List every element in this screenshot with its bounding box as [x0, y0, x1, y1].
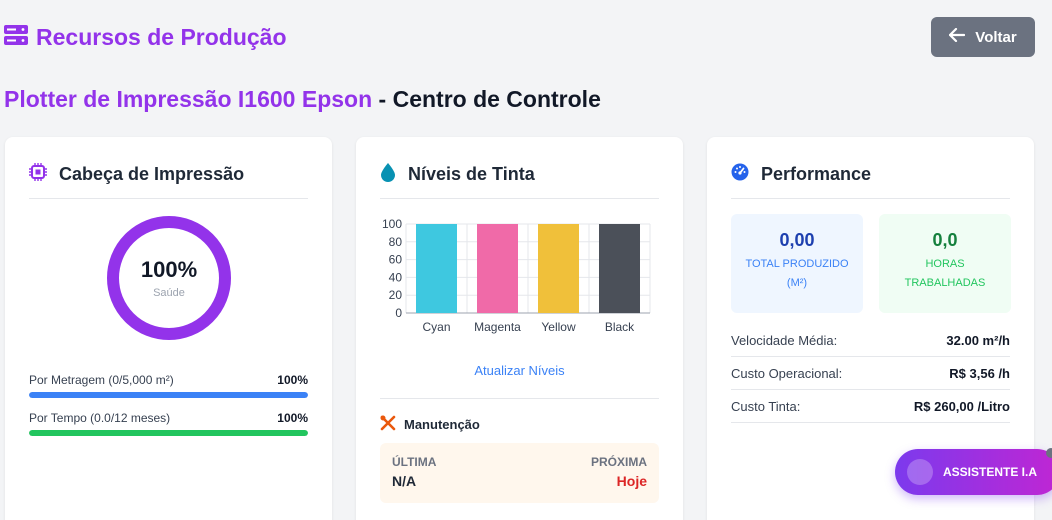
x-tick-label: Yellow — [541, 320, 576, 334]
total-produced-label: TOTAL PRODUZIDO — [745, 258, 849, 270]
operating-cost-key: Custo Operacional: — [731, 365, 843, 381]
time-bar — [29, 430, 308, 436]
assistant-avatar-icon — [907, 459, 933, 485]
app-header: Recursos de Produção — [4, 24, 287, 51]
y-tick-label: 20 — [389, 288, 403, 302]
health-value: 100% — [140, 257, 198, 282]
chip-icon — [29, 163, 47, 186]
back-button[interactable]: Voltar — [931, 17, 1035, 57]
meterage-bar — [29, 392, 308, 398]
card-header: Níveis de Tinta — [380, 163, 659, 199]
meterage-label: Por Metragem (0/5,000 m²) — [29, 373, 174, 387]
y-tick-label: 80 — [389, 235, 403, 249]
x-tick-label: Cyan — [422, 320, 450, 334]
x-tick-label: Magenta — [474, 320, 521, 334]
time-progress: Por Tempo (0.0/12 meses) 100% — [29, 411, 308, 436]
back-button-label: Voltar — [975, 28, 1017, 46]
maintenance-box: ÚLTIMA N/A PRÓXIMA Hoje — [380, 443, 659, 503]
hours-worked-value: 0,0 — [932, 230, 958, 250]
last-maintenance-label: ÚLTIMA — [392, 455, 437, 469]
next-maintenance-value: Hoje — [616, 473, 647, 489]
bar-cyan[interactable] — [416, 224, 457, 313]
server-icon — [4, 24, 28, 51]
time-percent: 100% — [277, 411, 308, 425]
health-readout: 100% Saúde — [107, 216, 231, 340]
hours-worked-label-2: TRABALHADAS — [904, 277, 986, 289]
bar-magenta[interactable] — [477, 224, 518, 313]
total-produced-stat: 0,00 TOTAL PRODUZIDO (M²) — [731, 214, 863, 313]
meterage-percent: 100% — [277, 373, 308, 387]
y-tick-label: 40 — [389, 270, 403, 284]
ink-levels-card: Níveis de Tinta 0 20 40 60 80 100 Cyan Magenta Y… — [356, 137, 683, 520]
device-name: Plotter de Impressão I1600 Epson — [4, 86, 373, 112]
update-levels-link[interactable]: Atualizar Níveis — [356, 363, 683, 378]
droplet-icon — [380, 162, 396, 187]
ink-cost-value: R$ 260,00 /Litro — [913, 398, 1010, 414]
bar-black[interactable] — [599, 224, 640, 313]
maintenance-title: Manutenção — [404, 417, 480, 432]
total-produced-unit: (M²) — [786, 277, 808, 289]
ink-level-chart: 0 20 40 60 80 100 Cyan Magenta Yellow Black — [382, 217, 651, 334]
x-tick-label: Black — [605, 320, 635, 334]
y-tick-label: 100 — [382, 217, 402, 231]
avg-speed-key: Velocidade Média: — [731, 332, 838, 348]
bar-yellow[interactable] — [538, 224, 579, 313]
maintenance-header: Manutenção — [380, 415, 480, 434]
tools-icon — [380, 415, 396, 434]
operating-cost-row: Custo Operacional: R$ 3,56 /h — [731, 357, 1010, 390]
y-tick-label: 0 — [395, 306, 402, 320]
page-title: Plotter de Impressão I1600 Epson - Centr… — [4, 86, 601, 113]
page-subtitle: - Centro de Controle — [378, 86, 601, 112]
health-label: Saúde — [153, 287, 185, 299]
total-produced-value: 0,00 — [779, 230, 815, 250]
card-title: Performance — [761, 164, 872, 184]
ink-cost-key: Custo Tinta: — [731, 398, 801, 414]
gauge-icon — [731, 163, 749, 186]
card-title: Níveis de Tinta — [408, 164, 535, 184]
ai-assistant-button[interactable]: ASSISTENTE I.A — [895, 449, 1052, 495]
meterage-progress: Por Metragem (0/5,000 m²) 100% — [29, 373, 308, 398]
divider — [380, 398, 659, 399]
card-header: Cabeça de Impressão — [29, 163, 308, 199]
operating-cost-value: R$ 3,56 /h — [949, 365, 1010, 381]
app-title: Recursos de Produção — [36, 24, 287, 50]
hours-worked-stat: 0,0 HORAS TRABALHADAS — [879, 214, 1011, 313]
avg-speed-value: 32.00 m²/h — [946, 332, 1010, 348]
y-tick-label: 60 — [389, 253, 403, 267]
card-header: Performance — [731, 163, 1010, 199]
ink-cost-row: Custo Tinta: R$ 260,00 /Litro — [731, 390, 1010, 423]
print-head-card: Cabeça de Impressão 100% Saúde Por Metra… — [5, 137, 332, 520]
notification-dot — [1046, 448, 1052, 458]
hours-worked-label: HORAS — [925, 258, 965, 270]
assistant-label: ASSISTENTE I.A — [943, 465, 1038, 479]
avg-speed-row: Velocidade Média: 32.00 m²/h — [731, 324, 1010, 357]
arrow-left-icon — [949, 27, 966, 46]
card-title: Cabeça de Impressão — [59, 164, 245, 184]
next-maintenance-label: PRÓXIMA — [590, 455, 647, 469]
last-maintenance-value: N/A — [392, 473, 417, 489]
time-label: Por Tempo (0.0/12 meses) — [29, 411, 171, 425]
